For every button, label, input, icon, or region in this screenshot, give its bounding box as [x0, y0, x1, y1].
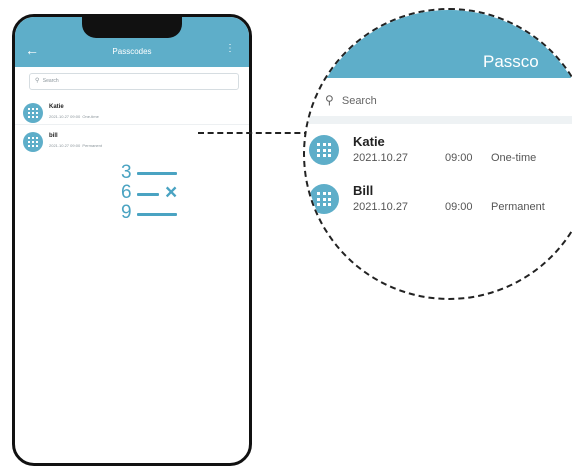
zoom-callout: Passco ⚲ Search Katie 2021.10.27 09:00 O…	[303, 8, 572, 300]
digit-three: 3	[121, 162, 132, 183]
zoom-passcode-time: 09:00	[445, 152, 473, 164]
zoom-passcode-type: Permanent	[491, 201, 545, 213]
passcode-name: Katie	[49, 104, 64, 110]
keypad-icon	[309, 135, 339, 165]
passcode-name: bill	[49, 133, 58, 139]
delete-x-icon: ×	[165, 181, 178, 204]
passcode-meta: 2021.10.27 09:00 One-time	[49, 114, 99, 119]
passcode-date: 2021.10.27	[49, 143, 70, 148]
delete-passcode-illustration: 3 6 × 9	[121, 163, 191, 223]
zoom-passcode-name: Bill	[353, 183, 374, 198]
search-icon: ⚲	[325, 93, 334, 107]
zoom-passcode-date: 2021.10.27	[353, 152, 409, 164]
keypad-icon	[23, 103, 43, 123]
search-icon: ⚲	[35, 78, 40, 84]
zoom-page-title: Passco	[483, 52, 539, 71]
zoom-search-placeholder: Search	[341, 95, 377, 107]
zoom-search-input[interactable]: ⚲ Search	[305, 88, 572, 112]
line-bar	[137, 193, 159, 196]
passcode-time: 09:00	[70, 143, 81, 148]
callout-leader-line	[198, 132, 310, 134]
zoom-passcode-date: 2021.10.27	[353, 201, 409, 213]
passcode-time: 09:00	[70, 114, 81, 119]
zoom-passcode-row[interactable]: Katie 2021.10.27 09:00 One-time	[309, 128, 572, 172]
line-bar	[137, 172, 177, 175]
zoom-passcode-row[interactable]: Bill 2021.10.27 09:00 Permanent	[309, 177, 572, 221]
keypad-icon	[23, 132, 43, 152]
row-divider	[15, 124, 249, 125]
search-placeholder: Search	[42, 78, 59, 84]
phone-notch	[82, 17, 182, 38]
digit-nine: 9	[121, 202, 132, 223]
line-bar	[137, 213, 177, 216]
zoom-divider	[305, 116, 572, 124]
page-title: Passcodes	[112, 47, 152, 56]
passcode-type: Permanent	[82, 143, 102, 148]
more-vertical-icon[interactable]: ⋮	[225, 44, 235, 54]
phone-frame: ← Passcodes ⋮ ⚲ Search Katie 2021.10.27 …	[12, 14, 252, 466]
keypad-icon	[309, 184, 339, 214]
zoom-passcode-type: One-time	[491, 152, 537, 164]
passcode-type: One-time	[82, 114, 99, 119]
zoom-passcode-time: 09:00	[445, 201, 473, 213]
digit-six: 6	[121, 182, 132, 203]
search-input[interactable]: ⚲ Search	[29, 73, 239, 90]
zoom-passcode-name: Katie	[353, 134, 385, 149]
passcode-date: 2021.10.27	[49, 114, 70, 119]
passcode-meta: 2021.10.27 09:00 Permanent	[49, 143, 102, 148]
